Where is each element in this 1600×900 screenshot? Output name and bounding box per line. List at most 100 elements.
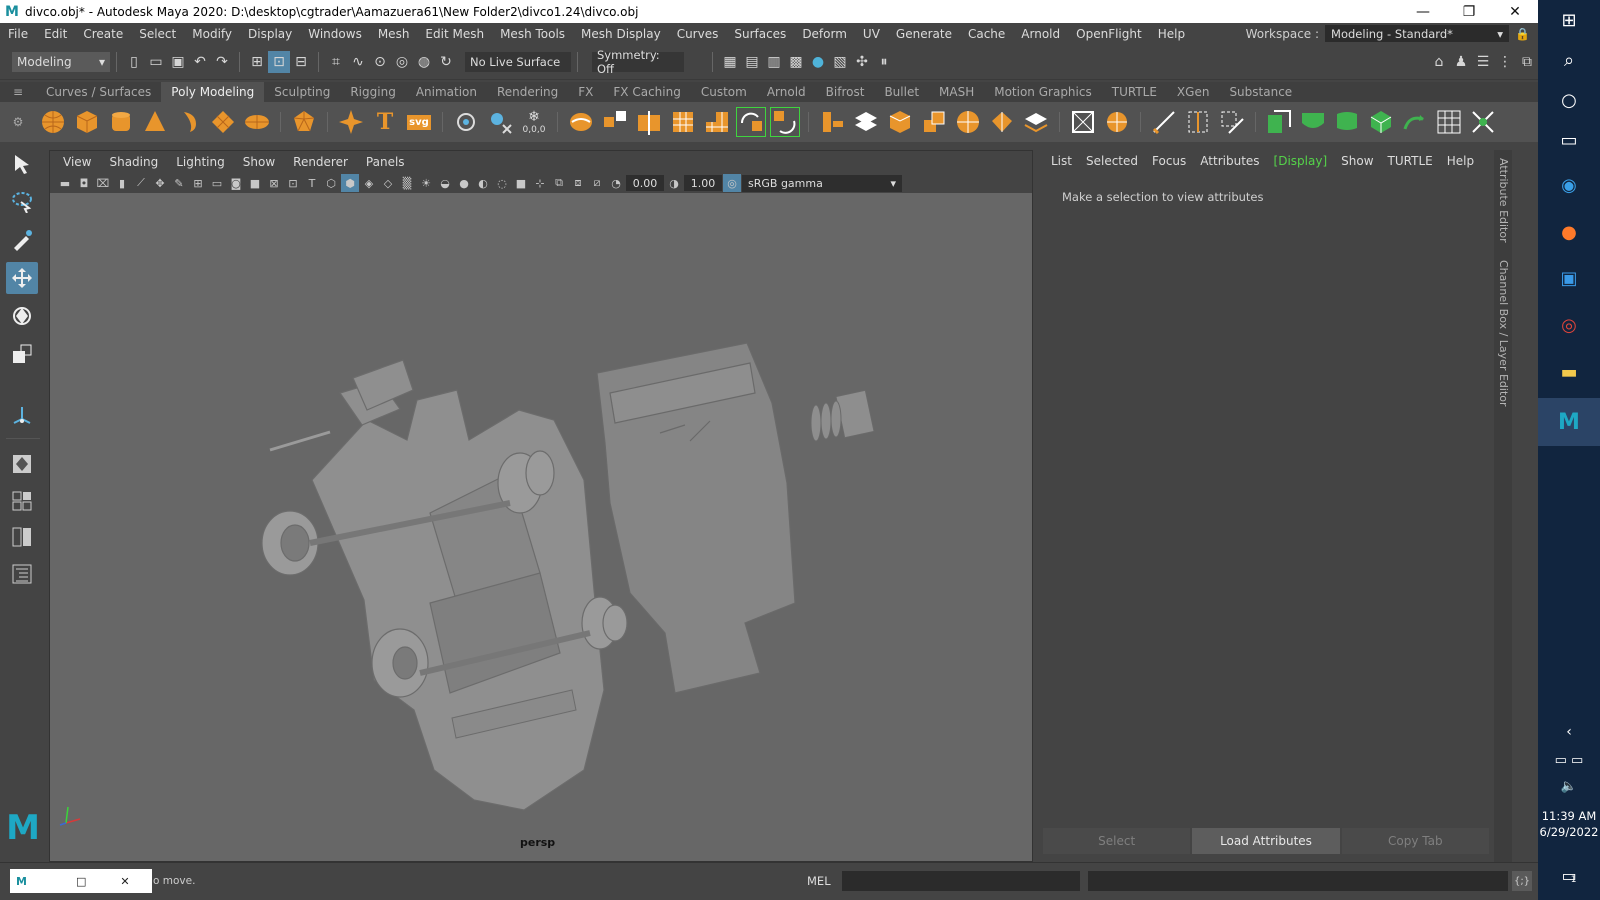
single-view-layout-icon[interactable] [6,448,38,480]
tab-curves-surfaces[interactable]: Curves / Surfaces [36,82,161,102]
poly-text-icon[interactable]: T [370,107,400,137]
select-tool-icon[interactable] [6,148,38,180]
menu-select[interactable]: Select [131,27,184,41]
tab-substance[interactable]: Substance [1219,82,1302,102]
smooth-icon[interactable] [668,107,698,137]
color-management-icon[interactable]: ◎ [723,174,741,192]
boolean-icon[interactable] [953,107,983,137]
poly-torus-icon[interactable] [174,107,204,137]
tab-fx-caching[interactable]: FX Caching [603,82,690,102]
load-attributes-button[interactable]: Load Attributes [1192,828,1340,854]
menu-openflight[interactable]: OpenFlight [1068,27,1150,41]
volume-icon[interactable]: 🔈 [1538,766,1600,806]
attr-menu-show[interactable]: Show [1334,154,1380,168]
shelf-more-icon[interactable] [1468,107,1498,137]
store-icon[interactable]: ▣ [1538,258,1600,298]
exposure-field[interactable]: 0.00 [626,175,664,191]
uv-editor-icon[interactable] [1264,107,1294,137]
multi-cut-icon[interactable] [1149,107,1179,137]
poly-sphere-icon[interactable] [38,107,68,137]
viewport-menu-shading[interactable]: Shading [100,155,167,169]
maya-taskbar-icon[interactable]: M [16,875,36,888]
ipr-render-icon[interactable]: ▩ [785,51,807,73]
file-explorer-icon[interactable]: ▬ [1538,352,1600,392]
gamma-field[interactable]: 1.00 [684,175,722,191]
tab-sculpting[interactable]: Sculpting [264,82,340,102]
workspace-select[interactable]: Modeling - Standard* ▾ [1325,25,1510,42]
select-object-icon[interactable]: ⊡ [268,50,290,73]
attr-menu-turtle[interactable]: TURTLE [1381,154,1440,168]
edge-loop-icon[interactable] [1183,107,1213,137]
mirror-icon[interactable] [634,107,664,137]
freeze-transforms-icon[interactable]: ❄ 0,0,0 [519,107,549,137]
tab-attribute-editor[interactable]: Attribute Editor [1497,158,1510,243]
field-chart-icon[interactable]: ⊠ [265,174,283,192]
attr-menu-attributes[interactable]: Attributes [1193,154,1266,168]
select-component-icon[interactable]: ⊟ [290,51,312,73]
close-small-icon[interactable]: ✕ [120,875,129,888]
menu-edit[interactable]: Edit [36,27,75,41]
menu-mesh-tools[interactable]: Mesh Tools [492,27,573,41]
view-transform-select[interactable]: sRGB gamma ▾ [742,174,902,192]
attr-menu-list[interactable]: List [1044,154,1079,168]
menu-display[interactable]: Display [240,27,300,41]
hypershade-icon[interactable]: ▧ [829,51,851,73]
tab-rendering[interactable]: Rendering [487,82,568,102]
tab-channel-box[interactable]: Channel Box / Layer Editor [1497,260,1510,407]
select-camera-icon[interactable]: ▬ [56,174,74,192]
isolate-select-icon[interactable]: ⊹ [531,174,549,192]
save-scene-icon[interactable]: ▣ [167,51,189,73]
safe-title-icon[interactable]: T [303,174,321,192]
poke-icon[interactable] [1021,107,1051,137]
render-sequence-icon[interactable]: ▥ [763,51,785,73]
extrude-icon[interactable] [770,107,800,137]
shelf-menu-icon[interactable]: ≡ [0,85,36,99]
collapse-icon[interactable] [1068,107,1098,137]
snap-surface-icon[interactable]: ◍ [413,51,435,73]
grease-pencil-icon[interactable]: ✎ [170,174,188,192]
open-scene-icon[interactable]: ▭ [145,51,167,73]
menuset-select[interactable]: Modeling ▾ [12,51,110,72]
attr-menu-focus[interactable]: Focus [1145,154,1193,168]
gate-mask-icon[interactable]: ■ [246,174,264,192]
menu-curves[interactable]: Curves [669,27,727,41]
menu-mesh-display[interactable]: Mesh Display [573,27,669,41]
restore-button[interactable]: ❐ [1446,0,1492,23]
reduce-icon[interactable] [702,107,732,137]
tab-custom[interactable]: Custom [691,82,757,102]
persp-outliner-layout-icon[interactable] [6,522,38,552]
viewport-menu-renderer[interactable]: Renderer [284,155,357,169]
poly-platonic-icon[interactable] [289,107,319,137]
modeling-toolkit-icon[interactable]: ⌂ [1428,51,1450,73]
depth-of-field-icon[interactable]: ■ [512,174,530,192]
outliner-icon[interactable] [6,558,38,590]
menu-surfaces[interactable]: Surfaces [726,27,794,41]
menu-uv[interactable]: UV [855,27,888,41]
wedge-icon[interactable] [987,107,1017,137]
new-scene-icon[interactable]: ▯ [123,51,145,73]
mel-label[interactable]: MEL [807,874,831,888]
menu-arnold[interactable]: Arnold [1013,27,1068,41]
viewport-panel[interactable]: View Shading Lighting Show Renderer Pane… [49,150,1033,862]
maya-taskbar-app-icon[interactable]: M [1538,398,1600,446]
snap-point-icon[interactable]: ⊙ [369,51,391,73]
snap-view-icon[interactable]: ◎ [391,51,413,73]
snap-live-icon[interactable]: ↻ [435,51,457,73]
snap-curve-icon[interactable]: ∿ [347,51,369,73]
menu-cache[interactable]: Cache [960,27,1013,41]
spherical-map-icon[interactable] [1366,107,1396,137]
menu-mesh[interactable]: Mesh [370,27,418,41]
planar-map-icon[interactable] [1298,107,1328,137]
shadows-icon[interactable]: ◒ [436,174,454,192]
poly-cylinder-icon[interactable] [106,107,136,137]
poly-cube-icon[interactable] [72,107,102,137]
select-button[interactable]: Select [1043,828,1191,854]
super-shape-icon[interactable] [336,107,366,137]
universal-manipulator-icon[interactable] [6,400,38,432]
cylindrical-map-icon[interactable] [1332,107,1362,137]
attr-menu-selected[interactable]: Selected [1079,154,1145,168]
tab-turtle[interactable]: TURTLE [1102,82,1167,102]
move-tool-icon[interactable] [6,262,38,294]
tab-fx[interactable]: FX [568,82,603,102]
svg-tool-icon[interactable]: svg [404,107,434,137]
